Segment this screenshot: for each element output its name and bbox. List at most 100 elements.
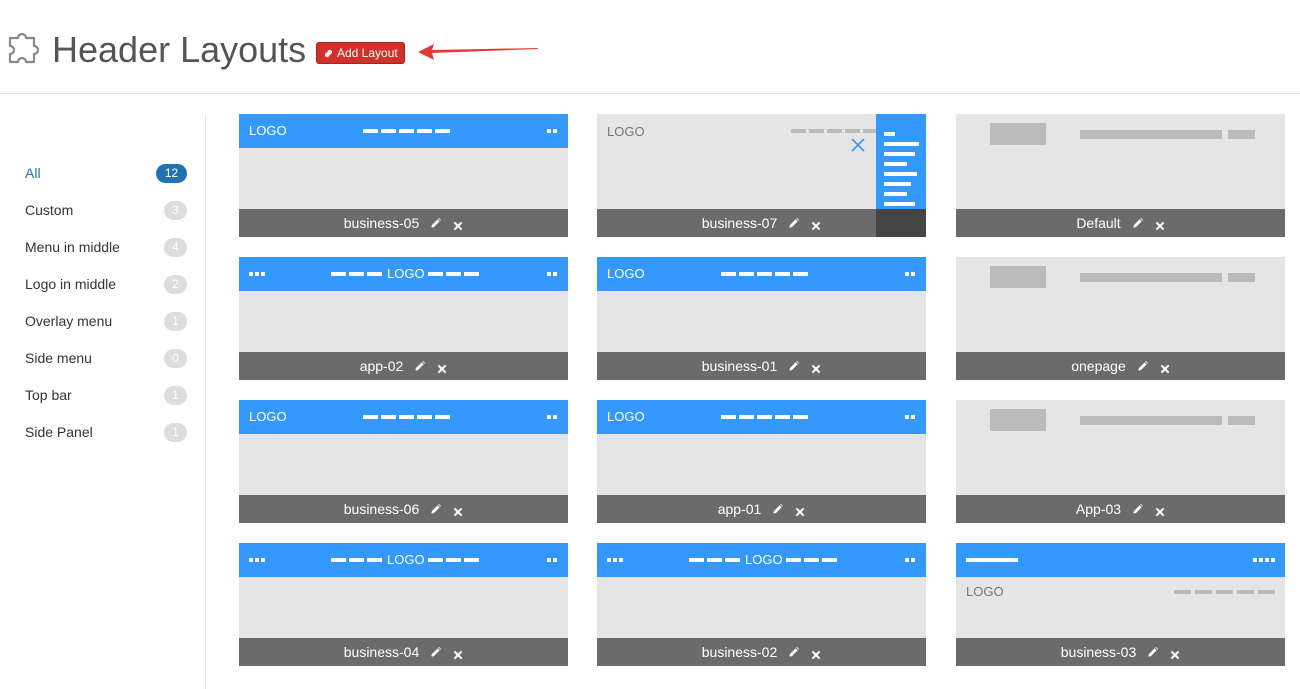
close-icon[interactable] — [1160, 361, 1170, 373]
card-footer: business-02 — [597, 638, 926, 666]
panel-line — [884, 162, 907, 166]
menu-dash — [547, 129, 551, 133]
pencil-icon[interactable] — [787, 645, 801, 659]
close-icon[interactable] — [453, 504, 463, 516]
layout-card[interactable]: LOGO app-02 — [239, 257, 568, 380]
layout-name: business-04 — [343, 644, 420, 660]
pencil-icon[interactable] — [429, 645, 443, 659]
menu-block — [1080, 416, 1222, 425]
menu-dash — [775, 415, 790, 419]
menu-dash — [464, 272, 479, 276]
filter-top-bar[interactable]: Top bar 1 — [25, 384, 187, 406]
menu-dash — [793, 415, 808, 419]
menu-dash — [417, 415, 432, 419]
menu-dash — [1174, 590, 1191, 594]
layout-card[interactable]: onepage — [956, 257, 1285, 380]
close-icon[interactable] — [1155, 218, 1165, 230]
menu-dash — [367, 272, 382, 276]
menu-dash — [446, 558, 461, 562]
filter-label: Menu in middle — [25, 239, 120, 255]
layout-card[interactable]: LOGO business-03 — [956, 543, 1285, 666]
filter-logo-in-middle[interactable]: Logo in middle 2 — [25, 273, 187, 295]
card-footer: business-01 — [597, 352, 926, 380]
layout-name: app-02 — [359, 358, 404, 374]
pencil-icon[interactable] — [771, 502, 785, 516]
card-footer: business-06 — [239, 495, 568, 523]
header-preview: LOGO — [239, 400, 568, 495]
layout-name: Default — [1076, 215, 1121, 231]
close-icon[interactable] — [453, 647, 463, 659]
count-badge: 1 — [164, 311, 187, 331]
menu-dash — [786, 558, 801, 562]
menu-dash — [739, 272, 754, 276]
menu-dash — [547, 558, 551, 562]
pencil-icon[interactable] — [787, 216, 801, 230]
menu-block — [1228, 130, 1255, 139]
menu-dash — [1259, 558, 1263, 562]
pencil-icon[interactable] — [1136, 359, 1150, 373]
puzzle-icon — [8, 32, 40, 64]
menu-dash — [721, 415, 736, 419]
preview-logo: LOGO — [249, 123, 287, 138]
menu-dash — [261, 558, 265, 562]
close-icon[interactable] — [811, 361, 821, 373]
preview-logo: LOGO — [607, 409, 645, 424]
count-badge: 0 — [164, 348, 187, 368]
card-footer: business-05 — [239, 209, 568, 237]
card-footer: App-03 — [956, 495, 1285, 523]
count-badge: 1 — [164, 422, 187, 442]
pencil-icon[interactable] — [787, 359, 801, 373]
menu-dash — [428, 272, 443, 276]
menu-dash — [428, 558, 443, 562]
close-icon[interactable] — [795, 504, 805, 516]
topbar-dash — [966, 558, 1018, 562]
pencil-icon[interactable] — [429, 502, 443, 516]
layout-card[interactable]: LOGO business-07 — [597, 114, 926, 237]
layout-card[interactable]: LOGO business-01 — [597, 257, 926, 380]
filter-custom[interactable]: Custom 3 — [25, 199, 187, 221]
filter-sidebar: All 12 Custom 3 Menu in middle 4 Logo in… — [0, 114, 206, 689]
menu-dash — [381, 129, 396, 133]
menu-dash — [349, 558, 364, 562]
menu-block — [1228, 416, 1255, 425]
layout-card[interactable]: LOGO business-05 — [239, 114, 568, 237]
count-badge: 3 — [164, 200, 187, 220]
panel-line — [884, 172, 917, 176]
pencil-icon[interactable] — [1131, 216, 1145, 230]
layout-card[interactable]: LOGO business-04 — [239, 543, 568, 666]
close-icon[interactable] — [1170, 647, 1180, 659]
menu-dash — [417, 129, 432, 133]
menu-dash — [739, 415, 754, 419]
layout-card[interactable]: LOGO app-01 — [597, 400, 926, 523]
filter-all[interactable]: All 12 — [25, 162, 187, 184]
close-icon[interactable] — [453, 218, 463, 230]
pencil-icon[interactable] — [1131, 502, 1145, 516]
pencil-icon[interactable] — [413, 359, 427, 373]
pencil-icon[interactable] — [429, 216, 443, 230]
menu-dash — [804, 558, 819, 562]
preview-logo: LOGO — [387, 266, 425, 281]
filter-side-menu[interactable]: Side menu 0 — [25, 347, 187, 369]
card-footer: business-04 — [239, 638, 568, 666]
layout-card[interactable]: LOGO business-02 — [597, 543, 926, 666]
menu-dash — [775, 272, 790, 276]
close-icon[interactable] — [811, 647, 821, 659]
filter-label: Custom — [25, 202, 74, 218]
menu-dash — [381, 415, 396, 419]
close-icon[interactable] — [1155, 504, 1165, 516]
layout-card[interactable]: LOGO business-06 — [239, 400, 568, 523]
panel-line — [884, 202, 915, 206]
close-icon[interactable] — [437, 361, 447, 373]
close-icon[interactable] — [811, 218, 821, 230]
filter-side-panel[interactable]: Side Panel 1 — [25, 421, 187, 443]
menu-block — [1080, 130, 1222, 139]
filter-menu-in-middle[interactable]: Menu in middle 4 — [25, 236, 187, 258]
filter-overlay-menu[interactable]: Overlay menu 1 — [25, 310, 187, 332]
menu-dash — [827, 129, 842, 133]
layout-card[interactable]: App-03 — [956, 400, 1285, 523]
pencil-icon[interactable] — [1146, 645, 1160, 659]
preview-logo: LOGO — [966, 584, 1004, 599]
layout-name: business-03 — [1060, 644, 1137, 660]
layout-card[interactable]: Default — [956, 114, 1285, 237]
add-layout-button[interactable]: Add Layout — [316, 42, 405, 64]
